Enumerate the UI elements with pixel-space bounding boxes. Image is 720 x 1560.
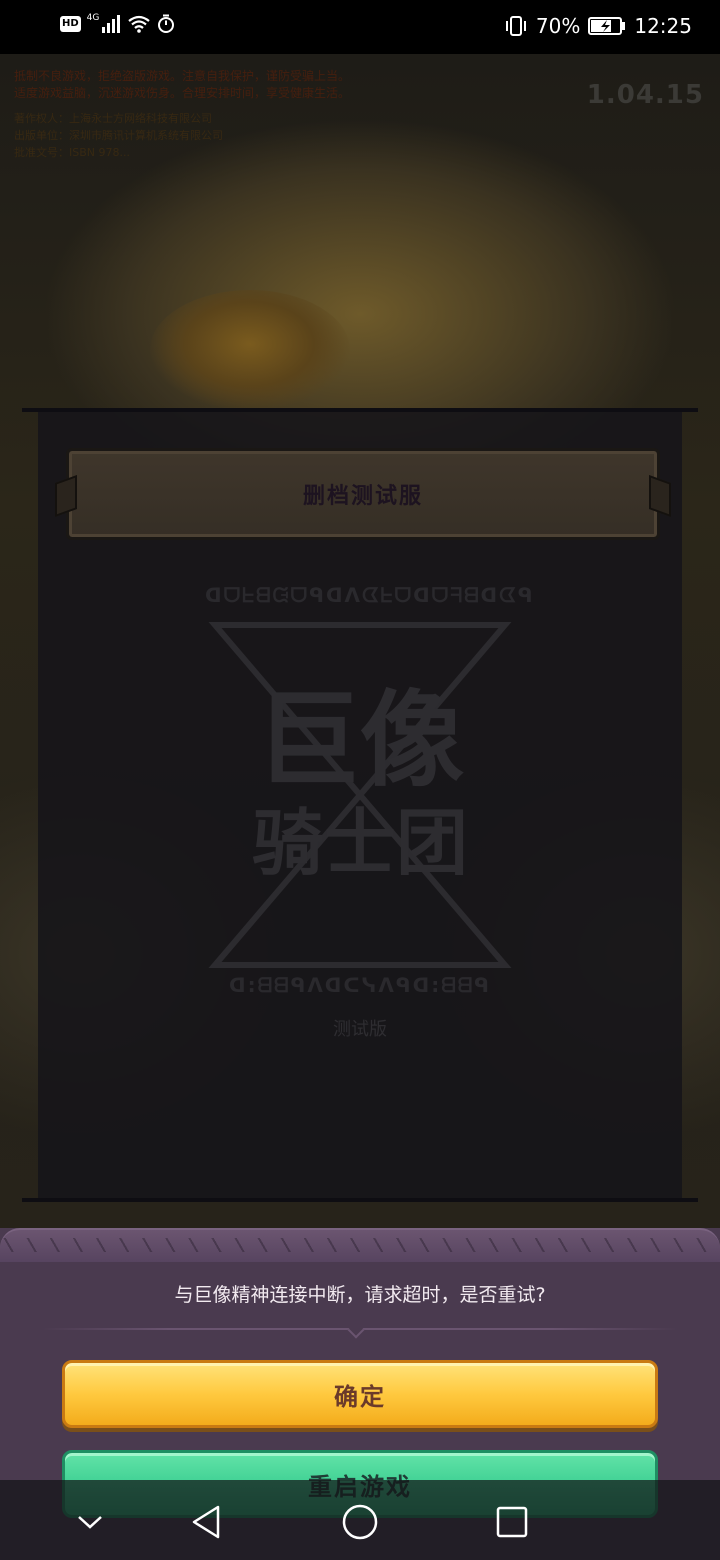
battery-percent: 70% (535, 14, 581, 38)
recents-button[interactable] (492, 1502, 532, 1542)
status-left-icons: HD 4G (60, 13, 175, 34)
chevron-down-icon (78, 1516, 102, 1529)
dialog-divider (42, 1328, 678, 1330)
health-notice: 抵制不良游戏，拒绝盗版游戏。注意自我保护，谨防受骗上当。 适度游戏益脑，沉迷游戏… (14, 68, 464, 161)
game-logo: ᗡᗜᖶᗺᙍᗜᑫᗡᐱᗧᖶᗜᗡᗜᖷᗺᗡᗧᑫ 巨像 骑士团 ᗡ:ᗺᗺᑫᐱᗡᑕᓭᐱᑫᗡ:… (205, 575, 535, 1040)
panel-bottom-border (22, 1198, 698, 1202)
notice-line-2: 适度游戏益脑，沉迷游戏伤身。合理安排时间，享受健康生活。 (14, 86, 351, 100)
info-line-3: 批准文号：ISBN 978... (14, 146, 130, 159)
back-button[interactable] (186, 1502, 226, 1542)
confirm-button[interactable]: 确定 (62, 1360, 658, 1428)
home-circle-icon (342, 1504, 378, 1540)
recents-square-icon (496, 1506, 528, 1538)
version-label: 1.04.15 (586, 80, 704, 110)
network-type: 4G (86, 13, 100, 23)
logo-runes-top: ᗡᗜᖶᗺᙍᗜᑫᗡᐱᗧᖶᗜᗡᗜᖷᗺᗡᗧᑫ (205, 583, 535, 607)
dialog-message: 与巨像精神连接中断，请求超时，是否重试? (174, 1284, 546, 1306)
navigation-bar (0, 1480, 720, 1560)
status-bar: HD 4G 70% 12:25 (0, 0, 720, 54)
back-triangle-icon (192, 1505, 220, 1539)
info-line-2: 出版单位：深圳市腾讯计算机系统有限公司 (14, 129, 223, 142)
notice-line-1: 抵制不良游戏，拒绝盗版游戏。注意自我保护，谨防受骗上当。 (14, 69, 351, 83)
logo-title-line1: 巨像 (255, 679, 464, 801)
signal-icon (102, 15, 121, 33)
status-right-icons: 70% 12:25 (504, 14, 692, 38)
battery-charging-icon (588, 17, 626, 35)
logo-runes-bottom: ᗡ:ᗺᗺᑫᐱᗡᑕᓭᐱᑫᗡ:ᗺᗺᑫ (228, 973, 492, 997)
background-orb (150, 290, 350, 410)
wifi-icon (128, 15, 151, 33)
clock: 12:25 (634, 14, 692, 38)
dialog-top-trim (0, 1228, 720, 1262)
info-line-1: 著作权人：上海永士方网络科技有限公司 (14, 112, 212, 125)
hd-badge: HD (60, 16, 81, 32)
home-button[interactable] (340, 1502, 380, 1542)
logo-subtitle: 测试版 (333, 1019, 387, 1040)
server-select-button[interactable]: 删档测试服 (66, 448, 660, 540)
hide-nav-button[interactable] (70, 1502, 110, 1542)
logo-title-line2: 骑士团 (251, 801, 468, 885)
vibrate-icon (505, 16, 526, 36)
timer-icon (158, 14, 175, 33)
server-name: 删档测试服 (302, 484, 423, 509)
dialog-trim-pattern (0, 1238, 720, 1252)
